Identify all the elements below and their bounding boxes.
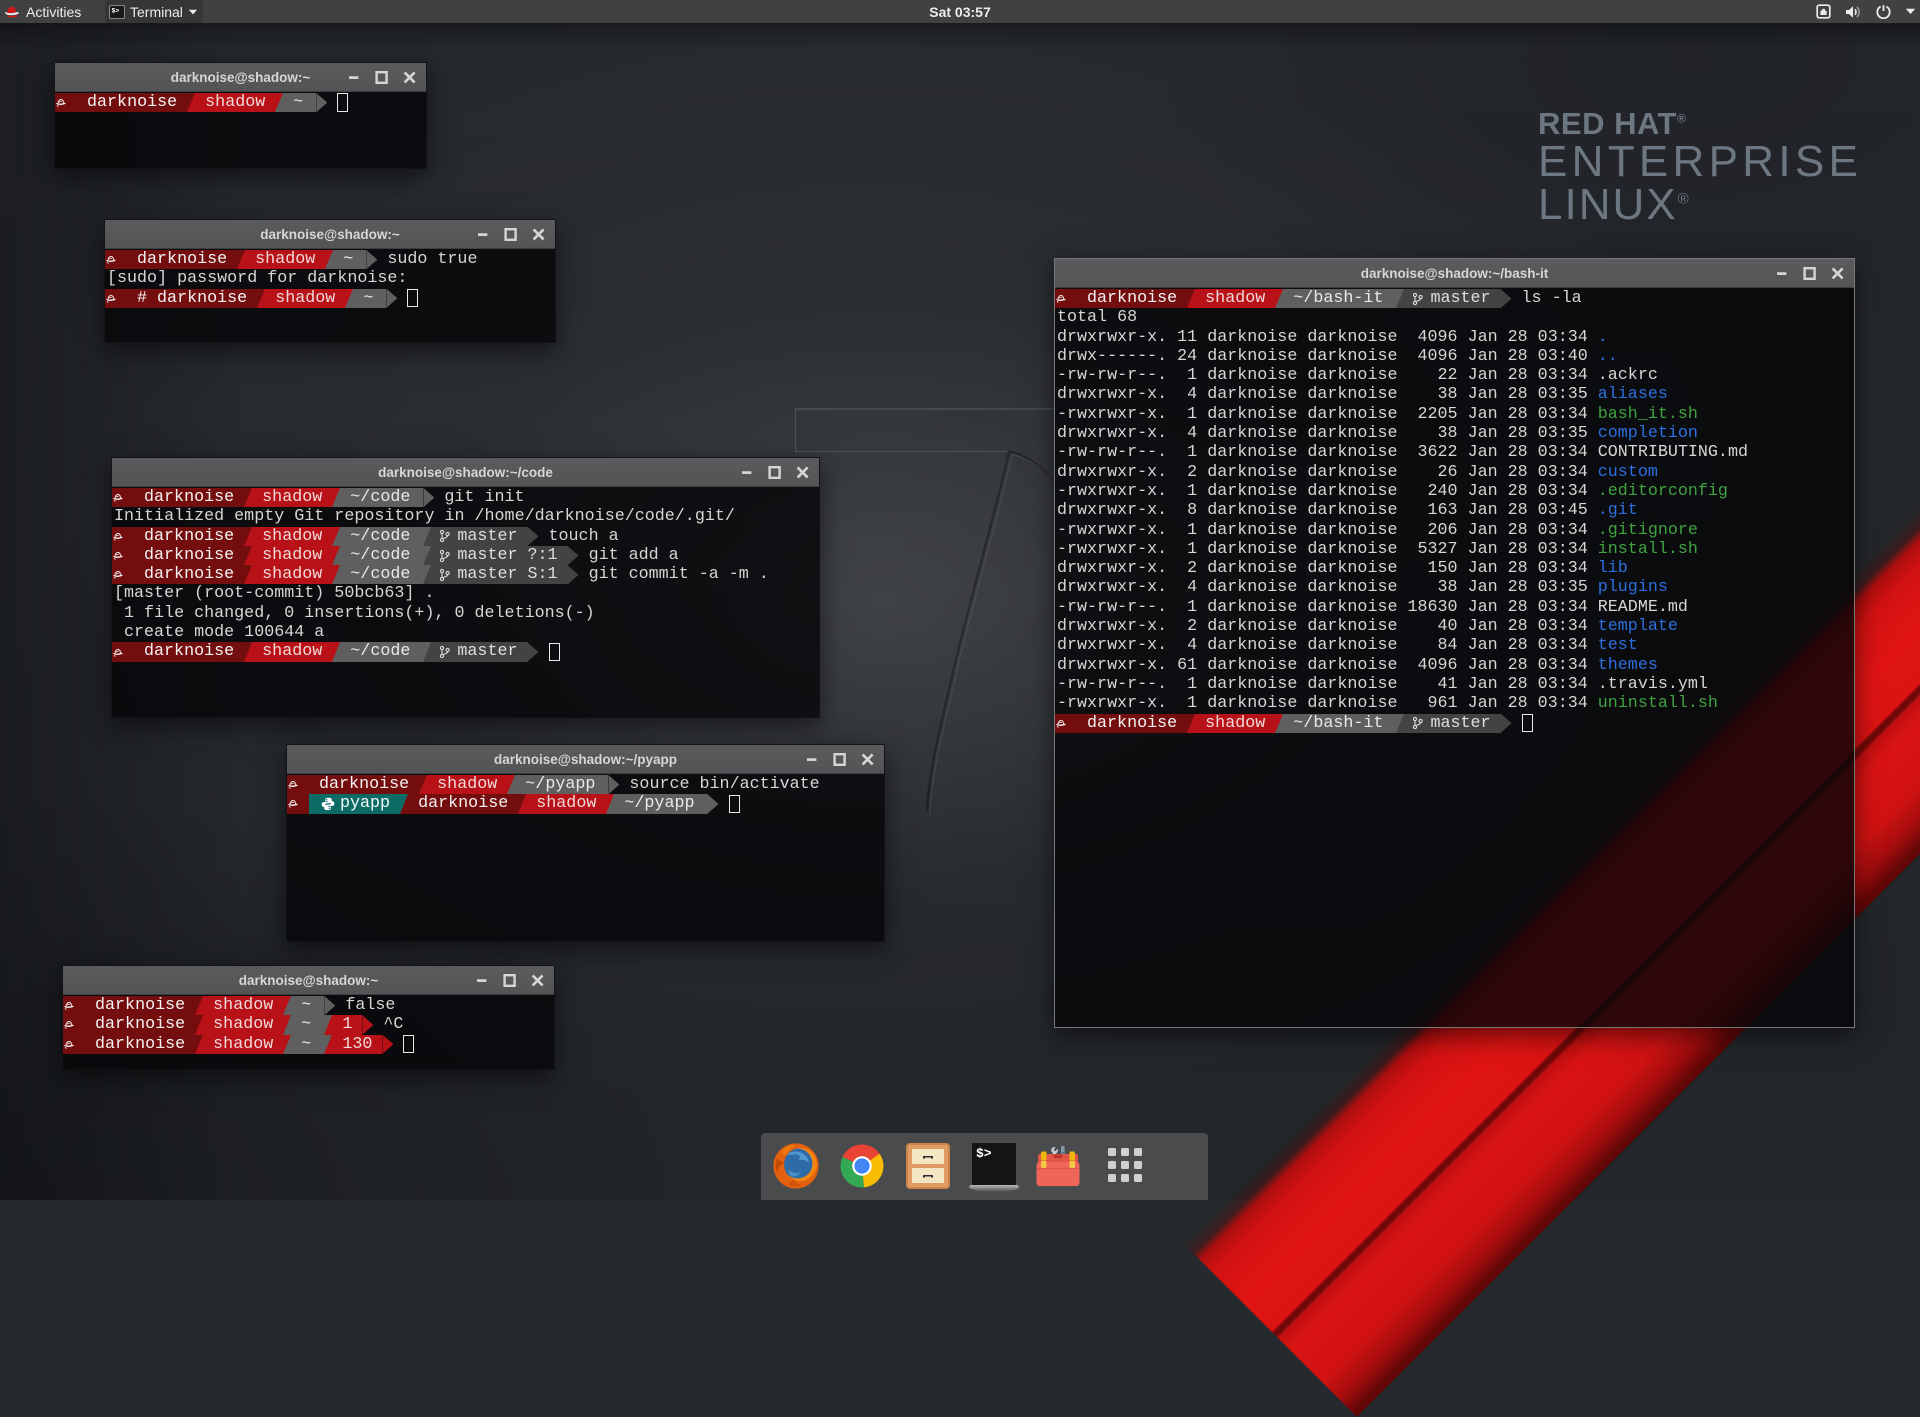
svg-text:$>: $> bbox=[112, 7, 120, 14]
svg-text:$>: $> bbox=[976, 1146, 992, 1161]
